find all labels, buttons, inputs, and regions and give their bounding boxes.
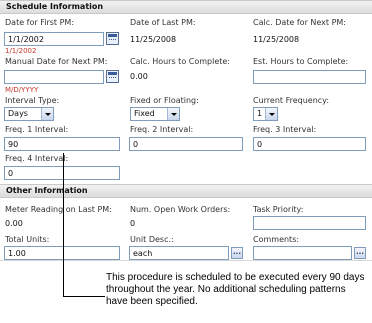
- est-hours-label: Est. Hours to Complete:: [253, 57, 349, 66]
- open-work-orders-value: 0: [130, 219, 136, 228]
- chevron-down-icon[interactable]: [265, 108, 277, 120]
- comments-input[interactable]: [253, 246, 352, 260]
- freq3-label: Freq. 3 Interval:: [253, 125, 317, 134]
- freq4-input[interactable]: [4, 166, 120, 180]
- meter-reading-label: Meter Reading on Last PM:: [5, 205, 112, 214]
- chevron-down-icon[interactable]: [41, 108, 53, 120]
- freq2-label: Freq. 2 Interval:: [130, 125, 194, 134]
- unit-desc-label: Unit Desc.:: [130, 235, 174, 244]
- calendar-icon[interactable]: [106, 32, 119, 45]
- chevron-down-icon[interactable]: [167, 108, 179, 120]
- date-first-pm-echo: 1/1/2002: [5, 47, 37, 55]
- open-work-orders-label: Num. Open Work Orders:: [130, 205, 231, 214]
- meter-reading-value: 0.00: [5, 219, 23, 228]
- date-first-pm-input[interactable]: [4, 32, 104, 46]
- unit-desc-input[interactable]: [129, 246, 229, 260]
- calc-date-next-pm-label: Calc. Date for Next PM:: [253, 18, 347, 27]
- ellipsis-icon[interactable]: ...: [354, 247, 366, 259]
- date-last-pm-value: 11/25/2008: [130, 35, 177, 44]
- date-format-hint: M/D/YYYY: [5, 86, 39, 94]
- calc-hours-value: 0.00: [130, 72, 148, 81]
- freq1-label: Freq. 1 Interval:: [5, 125, 69, 134]
- freq3-input[interactable]: [253, 137, 366, 151]
- pm-schedule-panel: Schedule Information Date for First PM: …: [0, 0, 372, 261]
- other-section-header: Other Information: [0, 184, 372, 198]
- callout-leader-line: [63, 153, 64, 296]
- fixed-floating-select[interactable]: Fixed: [130, 107, 180, 121]
- freq1-input[interactable]: [4, 137, 120, 151]
- date-first-pm-label: Date for First PM:: [5, 18, 75, 27]
- manual-date-next-pm-input[interactable]: [4, 70, 104, 84]
- interval-type-select[interactable]: Days: [4, 107, 54, 121]
- date-last-pm-label: Date of Last PM:: [130, 18, 196, 27]
- total-units-input[interactable]: [4, 246, 120, 260]
- interval-type-value: Days: [8, 109, 28, 118]
- calendar-icon[interactable]: [106, 70, 119, 83]
- current-frequency-label: Current Frequency:: [253, 96, 330, 105]
- callout-text: This procedure is scheduled to be execut…: [106, 272, 365, 307]
- ellipsis-icon[interactable]: ...: [231, 247, 243, 259]
- fixed-floating-label: Fixed or Floating:: [130, 96, 199, 105]
- task-priority-input[interactable]: [253, 216, 366, 230]
- manual-date-next-pm-label: Manual Date for Next PM:: [5, 57, 108, 66]
- freq2-input[interactable]: [129, 137, 243, 151]
- comments-label: Comments:: [253, 235, 300, 244]
- task-priority-label: Task Priority:: [253, 205, 304, 214]
- current-frequency-select[interactable]: 1: [253, 107, 278, 121]
- schedule-section-header: Schedule Information: [0, 0, 372, 14]
- current-frequency-value: 1: [257, 109, 263, 118]
- calc-hours-label: Calc. Hours to Complete:: [130, 57, 230, 66]
- total-units-label: Total Units:: [5, 235, 50, 244]
- est-hours-input[interactable]: [253, 70, 366, 84]
- callout-leader-tick: [63, 296, 105, 297]
- freq4-label: Freq. 4 Interval:: [5, 154, 69, 163]
- calc-date-next-pm-value: 11/25/2008: [253, 35, 300, 44]
- interval-type-label: Interval Type:: [5, 96, 60, 105]
- fixed-floating-value: Fixed: [134, 109, 155, 118]
